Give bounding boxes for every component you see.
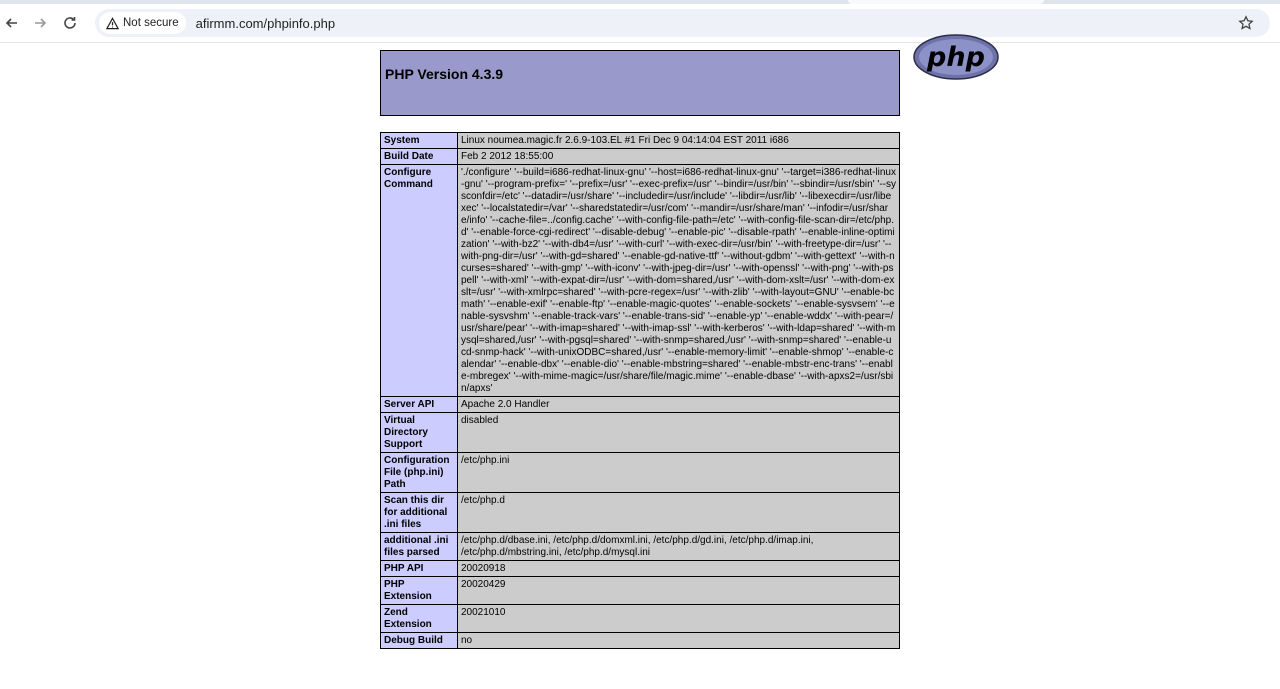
table-row: Build Date Feb 2 2012 18:55:00 [380, 148, 900, 165]
table-row: Server API Apache 2.0 Handler [380, 396, 900, 413]
forward-button[interactable] [29, 12, 51, 34]
row-key: PHP API [380, 560, 458, 577]
row-key: Scan this dir for additional .ini files [380, 492, 458, 533]
arrow-left-icon [5, 18, 17, 28]
address-bar[interactable]: Not secure afirmm.com/phpinfo.php [95, 9, 1270, 37]
row-value: Feb 2 2012 18:55:00 [457, 148, 900, 165]
bookmark-button[interactable] [1236, 13, 1256, 33]
table-row: System Linux noumea.magic.fr 2.6.9-103.EL… [380, 132, 900, 149]
info-table-body: System Linux noumea.magic.fr 2.6.9-103.EL… [380, 132, 900, 649]
browser-toolbar: Not secure afirmm.com/phpinfo.php [0, 4, 1280, 43]
row-key: Configure Command [380, 164, 458, 397]
page-title: PHP Version 4.3.9 [385, 66, 504, 82]
php-header: PHP Version 4.3.9 php [380, 34, 999, 116]
table-row: Virtual Directory Support disabled [380, 412, 900, 453]
row-value: no [457, 632, 900, 649]
back-button[interactable] [1, 12, 23, 34]
row-value: 20020918 [457, 560, 900, 577]
row-key: Zend Extension [380, 604, 458, 633]
security-chip[interactable]: Not secure [99, 12, 186, 34]
reload-icon [64, 17, 76, 29]
row-key: Virtual Directory Support [380, 412, 458, 453]
row-key: Build Date [380, 148, 458, 165]
row-value: /etc/php.d/dbase.ini, /etc/php.d/domxml.… [457, 532, 900, 561]
row-key: PHP Extension [380, 576, 458, 605]
row-value: /etc/php.ini [457, 452, 900, 493]
row-value: /etc/php.d [457, 492, 900, 533]
table-row: PHP Extension 20020429 [380, 576, 900, 605]
php-logo[interactable]: php [912, 33, 1000, 81]
table-row: Debug Build no [380, 632, 900, 649]
info-table: System Linux noumea.magic.fr 2.6.9-103.EL… [380, 132, 900, 649]
row-key: Debug Build [380, 632, 458, 649]
arrow-right-icon [35, 18, 47, 28]
table-row: additional .ini files parsed/etc/php.d/d… [380, 532, 900, 561]
row-value: Apache 2.0 Handler [457, 396, 900, 413]
row-value: 20021010 [457, 604, 900, 633]
page-content: PHP Version 4.3.9 php System Linux noumea… [0, 34, 1280, 649]
row-value: disabled [457, 412, 900, 453]
logo-text: php [926, 42, 985, 73]
reload-button[interactable] [59, 12, 81, 34]
row-value: 20020429 [457, 576, 900, 605]
table-row: Configuration File (php.ini) Path/etc/ph… [380, 452, 900, 493]
url-text[interactable]: afirmm.com/phpinfo.php [196, 16, 335, 31]
table-row: Configure Command './configure' '--build=… [380, 164, 900, 397]
warning-icon [106, 16, 119, 29]
row-value: Linux noumea.magic.fr 2.6.9-103.EL #1 Fr… [457, 132, 900, 149]
security-label: Not secure [123, 17, 179, 29]
row-value: './configure' '--build=i686-redhat-linux… [457, 164, 900, 397]
table-row: Scan this dir for additional .ini files /… [380, 492, 900, 533]
row-key: Server API [380, 396, 458, 413]
table-row: Zend Extension 20021010 [380, 604, 900, 633]
row-key: System [380, 132, 458, 149]
row-key: Configuration File (php.ini) Path [380, 452, 458, 493]
star-icon [1238, 15, 1254, 30]
table-row: PHP API 20020918 [380, 560, 900, 577]
row-key: additional .ini files parsed [380, 532, 458, 561]
